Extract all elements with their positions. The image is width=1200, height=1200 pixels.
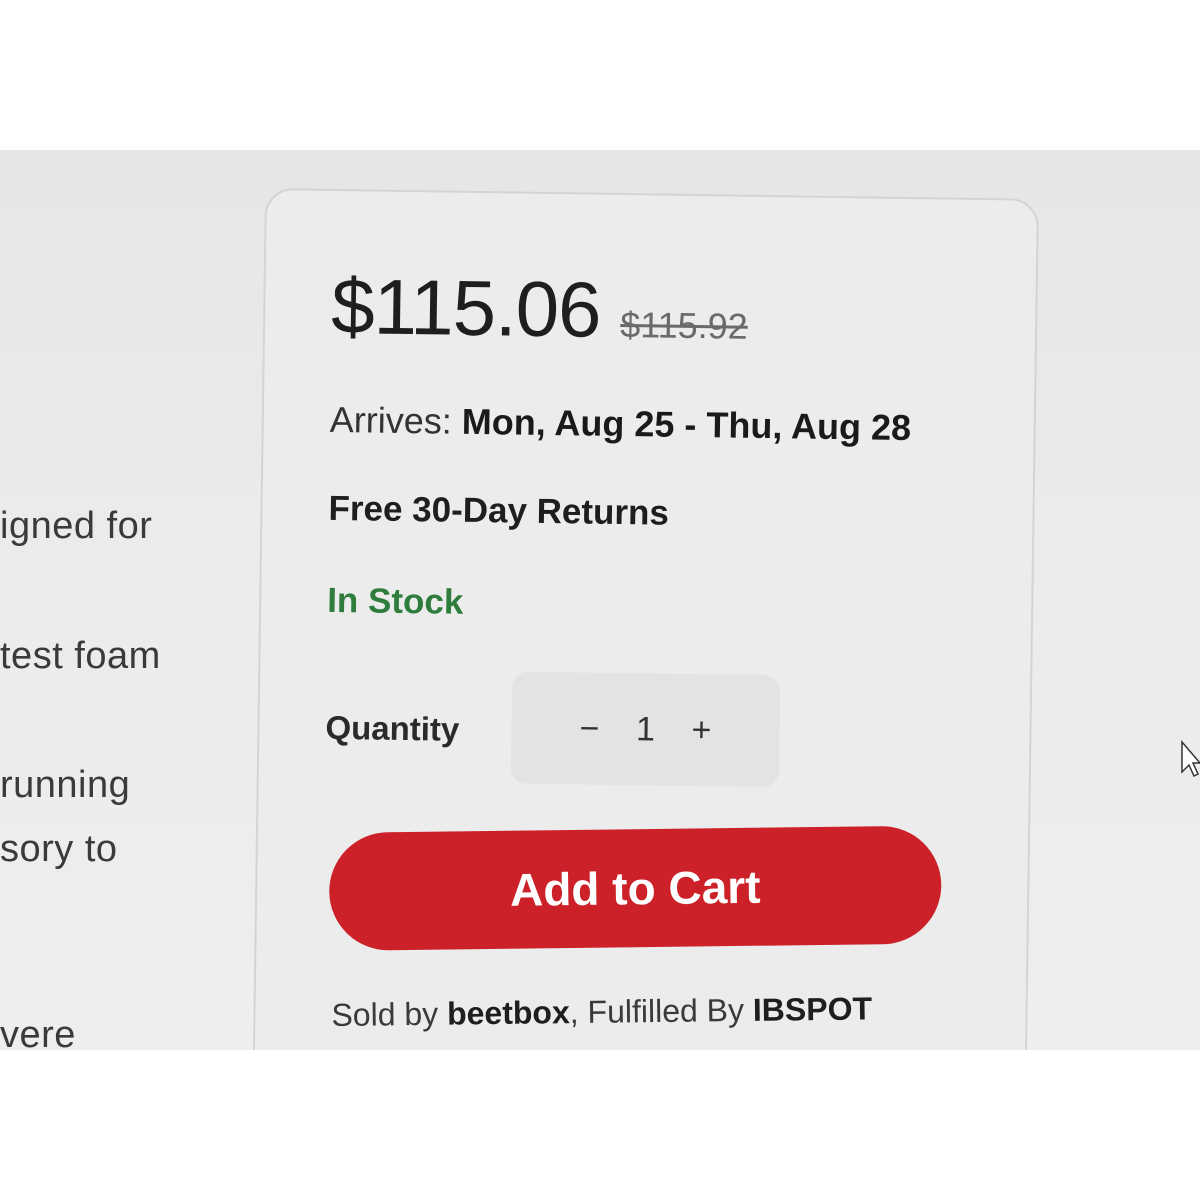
mouse-pointer-icon bbox=[1181, 740, 1200, 778]
fulfilled-by-label: , Fulfilled By bbox=[569, 991, 745, 1031]
sold-by-label: Sold by bbox=[331, 995, 439, 1034]
quantity-label: Quantity bbox=[325, 708, 460, 748]
seller-info: Sold by beetbox, Fulfilled By IBSPOT bbox=[331, 990, 872, 1034]
increment-button[interactable]: + bbox=[690, 710, 713, 749]
original-price: $115.92 bbox=[620, 303, 749, 347]
browser-viewport: igned for test foam running sory to vere… bbox=[0, 150, 1200, 1050]
quantity-stepper: − 1 + bbox=[510, 671, 781, 788]
decrement-button[interactable]: − bbox=[578, 709, 601, 748]
quantity-value[interactable]: 1 bbox=[634, 710, 657, 749]
photo-frame: igned for test foam running sory to vere… bbox=[0, 0, 1200, 1200]
stock-status: In Stock bbox=[326, 580, 464, 622]
seller-name[interactable]: beetbox bbox=[447, 994, 570, 1031]
description-fragment: vere bbox=[0, 1014, 76, 1050]
returns-policy: Free 30-Day Returns bbox=[328, 488, 670, 533]
description-fragment: test foam bbox=[0, 635, 161, 677]
description-fragment: running bbox=[0, 764, 131, 806]
fulfiller-name[interactable]: IBSPOT bbox=[753, 990, 873, 1027]
description-fragment: sory to bbox=[0, 828, 118, 870]
price-row: $115.06 $115.92 bbox=[331, 261, 749, 358]
delivery-estimate: Arrives: Mon, Aug 25 - Thu, Aug 28 bbox=[329, 399, 911, 449]
add-to-cart-button[interactable]: Add to Cart bbox=[328, 825, 942, 951]
arrives-dates: Mon, Aug 25 - Thu, Aug 28 bbox=[461, 400, 912, 449]
purchase-panel: $115.06 $115.92 Arrives: Mon, Aug 25 - T… bbox=[251, 188, 1039, 1050]
arrives-label: Arrives: bbox=[329, 398, 453, 442]
description-fragment: igned for bbox=[0, 505, 153, 547]
current-price: $115.06 bbox=[330, 261, 602, 354]
